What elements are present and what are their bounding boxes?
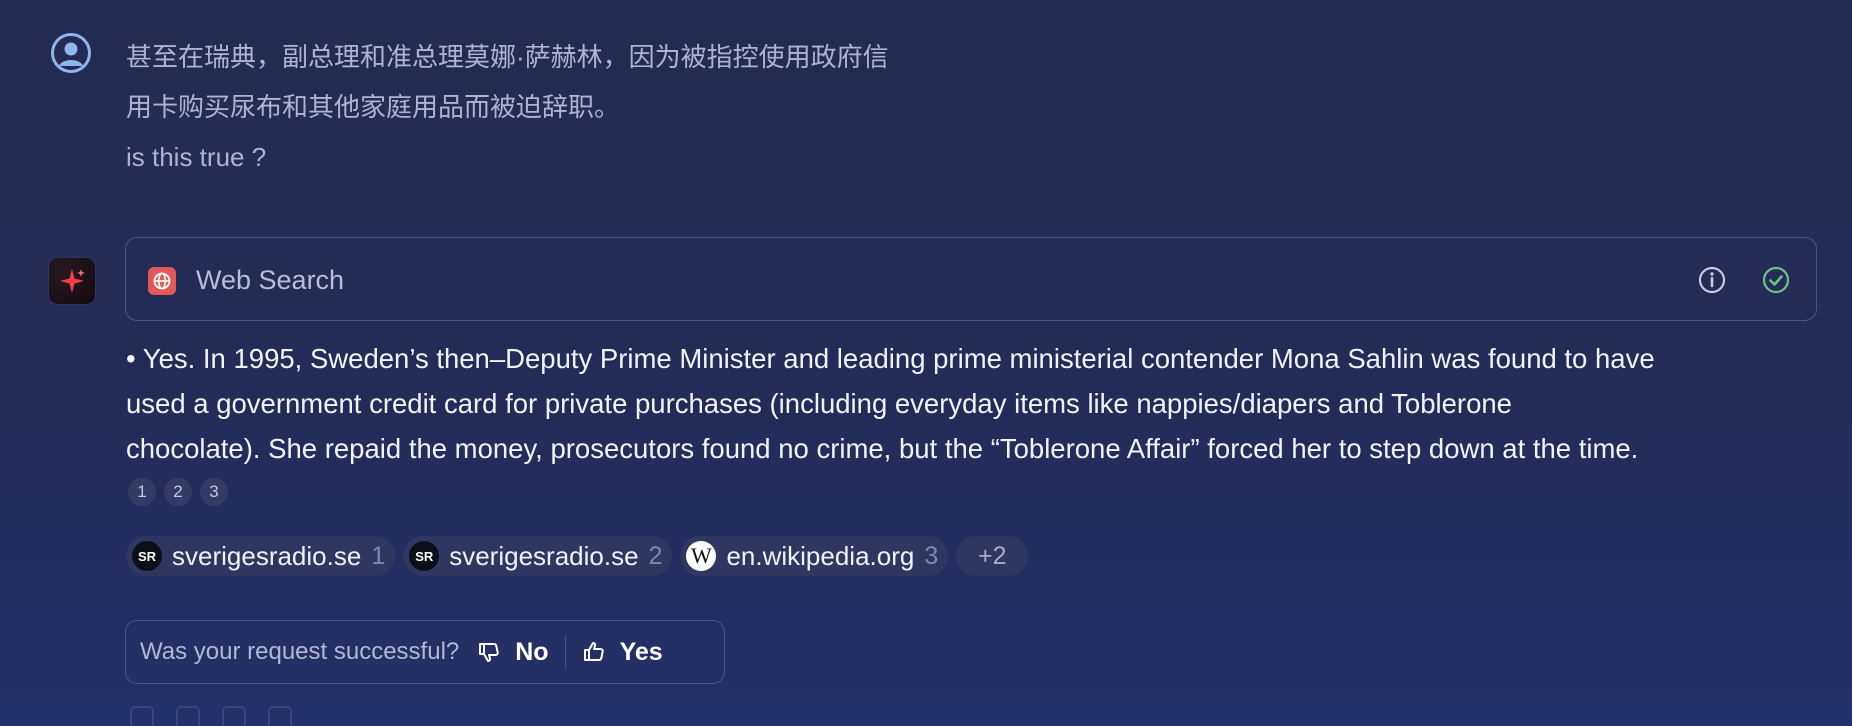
check-circle-icon xyxy=(1760,264,1792,296)
sverigesradio-favicon-icon: SR xyxy=(409,541,440,571)
globe-icon xyxy=(148,267,176,295)
more-sources-button[interactable]: +2 xyxy=(956,536,1029,576)
user-avatar-icon xyxy=(50,32,92,74)
web-search-tool-card[interactable]: Web Search xyxy=(125,237,1817,321)
copy-icon[interactable] xyxy=(130,706,154,726)
source-name: sverigesradio.se xyxy=(449,540,639,571)
answer-line: used a government credit card for privat… xyxy=(126,388,1512,419)
feedback-yes-label: Yes xyxy=(619,637,663,666)
user-message: 甚至在瑞典，副总理和准总理莫娜·萨赫林，因为被指控使用政府信 用卡购买尿布和其他… xyxy=(126,32,1026,182)
citation-badge[interactable]: 3 xyxy=(200,478,228,506)
feedback-no-label: No xyxy=(515,637,549,666)
citation-row: 1 2 3 xyxy=(128,478,228,506)
message-actions-row xyxy=(130,706,292,726)
citation-badge[interactable]: 2 xyxy=(164,478,192,506)
citation-badge[interactable]: 1 xyxy=(128,478,156,506)
source-number: 1 xyxy=(371,541,386,570)
source-chip[interactable]: SR sverigesradio.se 1 xyxy=(126,536,396,576)
share-icon[interactable] xyxy=(222,706,246,726)
assistant-avatar-icon xyxy=(49,258,95,304)
user-message-line: 用卡购买尿布和其他家庭用品而被迫辞职。 xyxy=(126,92,621,122)
feedback-bar: Was your request successful? No Yes xyxy=(125,620,725,684)
source-name: en.wikipedia.org xyxy=(726,540,915,571)
source-chip[interactable]: SR sverigesradio.se 2 xyxy=(403,536,673,576)
thumbs-down-icon xyxy=(479,643,499,662)
assistant-answer: • Yes. In 1995, Sweden’s then–Deputy Pri… xyxy=(126,336,1826,471)
feedback-yes-button[interactable]: Yes xyxy=(582,638,663,667)
sources-row: SR sverigesradio.se 1 SR sverigesradio.s… xyxy=(126,536,1029,576)
wikipedia-favicon-icon: W xyxy=(686,541,717,571)
retry-icon[interactable] xyxy=(176,706,200,726)
feedback-divider xyxy=(564,636,566,668)
more-icon[interactable] xyxy=(268,706,292,726)
source-number: 2 xyxy=(648,541,663,570)
thumbs-up-icon xyxy=(583,642,604,661)
tool-label: Web Search xyxy=(196,265,345,295)
answer-line: • Yes. In 1995, Sweden’s then–Deputy Pri… xyxy=(126,343,1655,374)
feedback-no-button[interactable]: No xyxy=(477,637,549,667)
sverigesradio-favicon-icon: SR xyxy=(132,541,162,571)
user-message-line: 甚至在瑞典，副总理和准总理莫娜·萨赫林，因为被指控使用政府信 xyxy=(126,42,889,72)
info-icon[interactable] xyxy=(1696,264,1728,296)
feedback-question: Was your request successful? xyxy=(140,638,460,665)
source-number: 3 xyxy=(924,541,939,570)
answer-line: chocolate). She repaid the money, prosec… xyxy=(126,433,1639,464)
user-message-line: is this true ? xyxy=(126,142,267,172)
source-name: sverigesradio.se xyxy=(172,540,362,571)
source-chip[interactable]: W en.wikipedia.org 3 xyxy=(680,536,949,576)
